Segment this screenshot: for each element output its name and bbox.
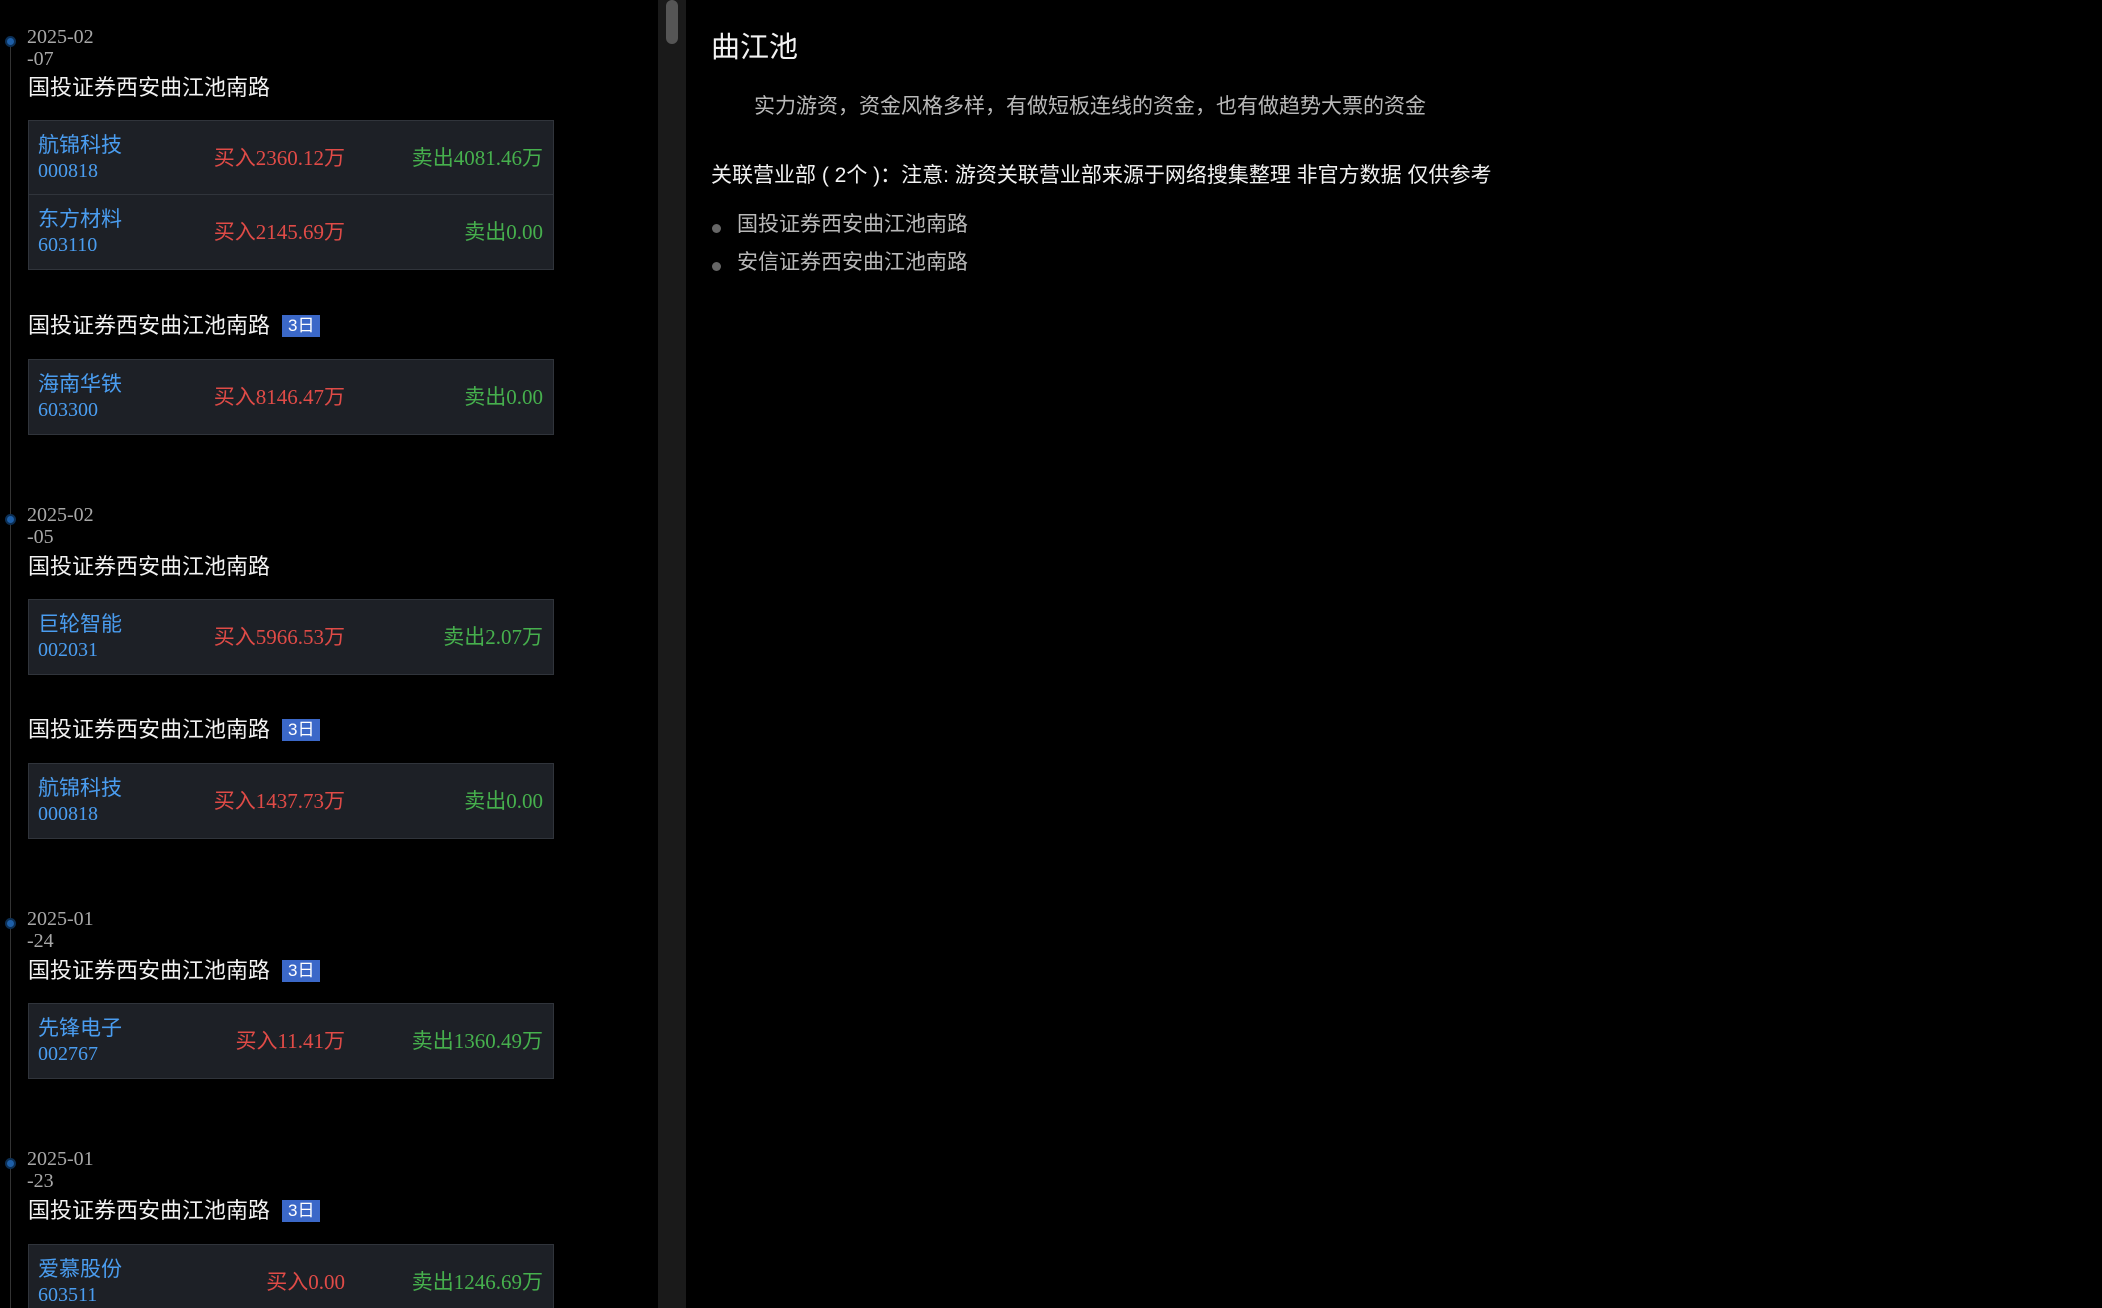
branch-title[interactable]: 国投证券西安曲江池南路 3日 bbox=[28, 956, 321, 986]
trade-list: 航锦科技 000818 买入2360.12万 卖出4081.46万 东方材料 6… bbox=[28, 120, 554, 270]
branch-name: 国投证券西安曲江池南路 bbox=[28, 75, 271, 100]
trade-row[interactable]: 巨轮智能 002031 买入5966.53万 卖出2.07万 bbox=[29, 600, 553, 674]
trade-list: 航锦科技 000818 买入1437.73万 卖出0.00 bbox=[28, 763, 554, 839]
stock-name[interactable]: 航锦科技 bbox=[38, 776, 122, 801]
period-badge: 3日 bbox=[282, 315, 321, 337]
trade-date: 2025-02-05 bbox=[27, 504, 94, 548]
stock-code[interactable]: 000818 bbox=[38, 802, 98, 826]
stock-name[interactable]: 巨轮智能 bbox=[38, 612, 122, 637]
trade-row[interactable]: 东方材料 603110 买入2145.69万 卖出0.00 bbox=[29, 195, 553, 269]
trade-date: 2025-01-24 bbox=[27, 908, 94, 952]
period-badge: 3日 bbox=[282, 1200, 321, 1222]
trade-list: 海南华铁 603300 买入8146.47万 卖出0.00 bbox=[28, 359, 554, 435]
branch-name: 国投证券西安曲江池南路 bbox=[28, 958, 271, 983]
sell-amount: 卖出2.07万 bbox=[443, 625, 543, 649]
branch-name: 国投证券西安曲江池南路 bbox=[28, 313, 271, 338]
trade-list: 爱慕股份 603511 买入0.00 卖出1246.69万 bbox=[28, 1244, 554, 1308]
timeline-dot-icon bbox=[5, 36, 16, 47]
trade-date: 2025-02-07 bbox=[27, 26, 94, 70]
seat-history-pane: 2025-02-07 国投证券西安曲江池南路 航锦科技 000818 买入236… bbox=[0, 0, 658, 1308]
trade-row[interactable]: 海南华铁 603300 买入8146.47万 卖出0.00 bbox=[29, 360, 553, 434]
timeline-dot-icon bbox=[5, 514, 16, 525]
buy-amount: 买入2360.12万 bbox=[213, 146, 345, 170]
trade-row[interactable]: 航锦科技 000818 买入1437.73万 卖出0.00 bbox=[29, 764, 553, 838]
buy-amount: 买入0.00 bbox=[266, 1270, 345, 1294]
trade-row[interactable]: 航锦科技 000818 买入2360.12万 卖出4081.46万 bbox=[29, 121, 553, 195]
timeline-line bbox=[10, 40, 11, 1308]
associated-branches-label: 关联营业部 ( 2个 )：注意: 游资关联营业部来源于网络搜集整理 非官方数据 … bbox=[711, 164, 1492, 187]
sell-amount: 卖出0.00 bbox=[464, 385, 543, 409]
stock-code[interactable]: 603511 bbox=[38, 1283, 97, 1307]
buy-amount: 买入8146.47万 bbox=[213, 385, 345, 409]
buy-amount: 买入1437.73万 bbox=[213, 789, 345, 813]
trade-list: 先锋电子 002767 买入11.41万 卖出1360.49万 bbox=[28, 1003, 554, 1079]
seat-title: 曲江池 bbox=[711, 32, 799, 64]
sell-amount: 卖出0.00 bbox=[464, 789, 543, 813]
branch-title[interactable]: 国投证券西安曲江池南路 bbox=[28, 73, 270, 103]
trade-list: 巨轮智能 002031 买入5966.53万 卖出2.07万 bbox=[28, 599, 554, 675]
branch-name: 国投证券西安曲江池南路 bbox=[28, 1198, 271, 1223]
scrollbar[interactable] bbox=[658, 0, 686, 1308]
branch-name: 国投证券西安曲江池南路 bbox=[28, 554, 271, 579]
trade-date: 2025-01-23 bbox=[27, 1148, 94, 1192]
branch-name: 安信证券西安曲江池南路 bbox=[737, 251, 968, 274]
branch-title[interactable]: 国投证券西安曲江池南路 bbox=[28, 552, 270, 582]
timeline-dot-icon bbox=[5, 1158, 16, 1169]
seat-description: 实力游资，资金风格多样，有做短板连线的资金，也有做趋势大票的资金 bbox=[754, 95, 1426, 118]
branch-name: 国投证券西安曲江池南路 bbox=[737, 213, 968, 236]
stock-code[interactable]: 603110 bbox=[38, 233, 97, 257]
stock-code[interactable]: 002031 bbox=[38, 638, 98, 662]
branch-title[interactable]: 国投证券西安曲江池南路 3日 bbox=[28, 311, 321, 341]
sell-amount: 卖出4081.46万 bbox=[411, 146, 543, 170]
branch-title[interactable]: 国投证券西安曲江池南路 3日 bbox=[28, 1196, 321, 1226]
period-badge: 3日 bbox=[282, 960, 321, 982]
buy-amount: 买入5966.53万 bbox=[213, 625, 345, 649]
branch-name: 国投证券西安曲江池南路 bbox=[28, 717, 271, 742]
buy-amount: 买入11.41万 bbox=[235, 1029, 345, 1053]
sell-amount: 卖出1246.69万 bbox=[411, 1270, 543, 1294]
branch-title[interactable]: 国投证券西安曲江池南路 3日 bbox=[28, 715, 321, 745]
scrollbar-thumb[interactable] bbox=[666, 0, 678, 44]
stock-code[interactable]: 603300 bbox=[38, 398, 98, 422]
stock-code[interactable]: 002767 bbox=[38, 1042, 98, 1066]
bullet-icon bbox=[712, 262, 721, 271]
stock-name[interactable]: 爱慕股份 bbox=[38, 1257, 122, 1282]
stock-name[interactable]: 先锋电子 bbox=[38, 1016, 122, 1041]
sell-amount: 卖出1360.49万 bbox=[411, 1029, 543, 1053]
list-item[interactable]: 国投证券西安曲江池南路 bbox=[711, 210, 968, 248]
stock-name[interactable]: 航锦科技 bbox=[38, 133, 122, 158]
period-badge: 3日 bbox=[282, 719, 321, 741]
stock-name[interactable]: 海南华铁 bbox=[38, 372, 122, 397]
list-item[interactable]: 安信证券西安曲江池南路 bbox=[711, 248, 968, 286]
bullet-icon bbox=[712, 224, 721, 233]
stock-name[interactable]: 东方材料 bbox=[38, 207, 122, 232]
timeline-dot-icon bbox=[5, 918, 16, 929]
trade-row[interactable]: 爱慕股份 603511 买入0.00 卖出1246.69万 bbox=[29, 1245, 553, 1308]
trade-row[interactable]: 先锋电子 002767 买入11.41万 卖出1360.49万 bbox=[29, 1004, 553, 1078]
associated-branch-list: 国投证券西安曲江池南路 安信证券西安曲江池南路 bbox=[711, 210, 968, 286]
seat-detail-pane: 曲江池 实力游资，资金风格多样，有做短板连线的资金，也有做趋势大票的资金 关联营… bbox=[686, 0, 2102, 1308]
buy-amount: 买入2145.69万 bbox=[213, 220, 345, 244]
stock-code[interactable]: 000818 bbox=[38, 159, 98, 183]
sell-amount: 卖出0.00 bbox=[464, 220, 543, 244]
